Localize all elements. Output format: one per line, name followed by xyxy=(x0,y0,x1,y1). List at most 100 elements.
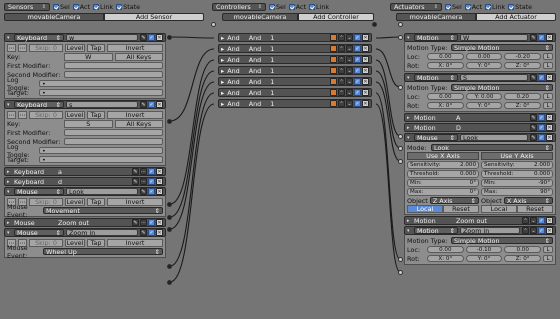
collapse-triangle-icon[interactable]: ▾ xyxy=(7,35,12,41)
loc-x-field[interactable]: 0.00 xyxy=(427,93,464,100)
controller-row[interactable]: ▸ And And 1 ⌃ ⌄ ✓ ✕ xyxy=(218,55,372,64)
target-field[interactable]: • xyxy=(39,89,163,97)
actuator-name-field[interactable]: Look xyxy=(460,134,528,142)
active-check-icon[interactable]: ✓ xyxy=(148,178,155,185)
actuator-input-socket[interactable] xyxy=(398,257,403,262)
delete-icon[interactable]: ✕ xyxy=(546,114,553,121)
sensor-mouse-look-header[interactable]: ▾ Mouse ⇕ Look ✎ ✓ ✕ xyxy=(4,187,166,196)
collapse-triangle-icon[interactable]: ▾ xyxy=(7,189,12,195)
pulse-icon[interactable]: ⋯ xyxy=(140,168,147,175)
second-modifier-field[interactable] xyxy=(64,138,163,145)
delete-icon[interactable]: ✕ xyxy=(156,101,163,108)
active-check-icon[interactable]: ✓ xyxy=(354,56,361,63)
sensor-output-socket[interactable] xyxy=(167,227,172,232)
up-icon[interactable]: ⌃ xyxy=(338,78,345,85)
rot-z-field[interactable]: Z: 0° xyxy=(504,62,542,69)
pin-icon[interactable]: ✎ xyxy=(140,188,147,195)
loc-local-toggle[interactable]: L xyxy=(543,93,554,100)
actuator-input-socket[interactable] xyxy=(398,270,403,275)
log-toggle-field[interactable]: • xyxy=(39,80,163,88)
expand-triangle-icon[interactable]: ▸ xyxy=(221,34,224,42)
controllers-link-checkbox[interactable]: Link xyxy=(309,3,329,11)
rot-y-field[interactable]: Y: 0° xyxy=(465,255,503,262)
active-check-icon[interactable]: ✓ xyxy=(538,114,545,121)
expand-triangle-icon[interactable]: ▸ xyxy=(407,218,412,224)
down-icon[interactable]: ⌄ xyxy=(346,56,353,63)
y-min-field[interactable]: Min: -90° xyxy=(481,179,553,187)
sensor-type-select[interactable]: Keyboard ⇕ xyxy=(14,34,64,42)
bookmark-icon[interactable] xyxy=(330,100,337,107)
sensors-act-checkbox[interactable]: Act xyxy=(72,3,90,11)
up-icon[interactable]: ⌃ xyxy=(338,67,345,74)
sensor-name-field[interactable]: Look xyxy=(66,188,138,196)
loc-local-toggle[interactable]: L xyxy=(543,53,554,60)
add-actuator-button[interactable]: Add Actuator xyxy=(476,13,556,21)
active-check-icon[interactable]: ✓ xyxy=(148,168,155,175)
rot-y-field[interactable]: Y: 0° xyxy=(465,62,503,69)
y-local-toggle[interactable]: Local xyxy=(481,205,517,213)
sensor-type-select[interactable]: Keyboard ⇕ xyxy=(14,101,64,109)
actuator-motion-d-header[interactable]: ▸ Motion D ✎ ✓ ✕ xyxy=(404,123,556,132)
y-reset-toggle[interactable]: Reset xyxy=(517,205,553,213)
pin-icon[interactable]: ✎ xyxy=(140,34,147,41)
key-field[interactable]: S xyxy=(64,119,113,128)
invert-button[interactable]: Invert xyxy=(107,43,163,52)
tap-button[interactable]: Tap xyxy=(87,43,105,52)
delete-icon[interactable]: ✕ xyxy=(546,227,553,234)
active-check-icon[interactable]: ✓ xyxy=(538,134,545,141)
loc-local-toggle[interactable]: L xyxy=(543,246,554,253)
rot-x-field[interactable]: X: 0° xyxy=(427,255,464,262)
expand-triangle-icon[interactable]: ▸ xyxy=(7,220,12,226)
pin-icon[interactable]: ✎ xyxy=(530,74,537,81)
invert-button[interactable]: Invert xyxy=(107,238,163,247)
expand-triangle-icon[interactable]: ▸ xyxy=(7,169,12,175)
delete-icon[interactable]: ✕ xyxy=(362,78,369,85)
actuator-input-socket-free[interactable] xyxy=(398,22,403,27)
expand-triangle-icon[interactable]: ▸ xyxy=(221,78,224,86)
sensors-object-name[interactable]: movableCamera xyxy=(4,13,104,21)
active-check-icon[interactable]: ✓ xyxy=(148,34,155,41)
y-threshold-field[interactable]: Threshold: 0.000 xyxy=(481,170,553,178)
actuators-link-checkbox[interactable]: Link xyxy=(485,3,505,11)
active-check-icon[interactable]: ✓ xyxy=(354,100,361,107)
rot-y-field[interactable]: Y: 0° xyxy=(465,102,503,109)
down-icon[interactable]: ⌄ xyxy=(346,34,353,41)
loc-z-field[interactable]: -0.20 xyxy=(504,53,542,60)
skip-field[interactable]: Skip: 0 xyxy=(29,43,63,52)
sensor-output-socket[interactable] xyxy=(167,202,172,207)
bookmark-icon[interactable] xyxy=(330,67,337,74)
invert-button[interactable]: Invert xyxy=(107,110,163,119)
actuator-input-socket[interactable] xyxy=(398,85,403,90)
motion-type-select[interactable]: Simple Motion ⇕ xyxy=(451,237,553,245)
active-check-icon[interactable]: ✓ xyxy=(538,34,545,41)
controller-row[interactable]: ▸ And And 1 ⌃ ⌄ ✓ ✕ xyxy=(218,66,372,75)
loc-y-field[interactable]: Y: 0.00 xyxy=(465,93,503,100)
active-check-icon[interactable]: ✓ xyxy=(538,74,545,81)
actuator-type-select[interactable]: Motion ⇕ xyxy=(414,34,458,42)
actuators-sel-checkbox[interactable]: Sel xyxy=(445,3,462,11)
sensor-keyboard-w-header[interactable]: ▾ Keyboard ⇕ w ✎ ✓ ✕ xyxy=(4,33,166,42)
bookmark-icon[interactable] xyxy=(330,78,337,85)
log-toggle-field[interactable]: • xyxy=(39,147,163,155)
active-check-icon[interactable]: ✓ xyxy=(354,78,361,85)
mouse-event-select[interactable]: Wheel Up ⇕ xyxy=(43,248,163,256)
expand-triangle-icon[interactable]: ▸ xyxy=(221,45,224,53)
delete-icon[interactable]: ✕ xyxy=(156,219,163,226)
actuators-act-checkbox[interactable]: Act xyxy=(464,3,482,11)
controllers-act-checkbox[interactable]: Act xyxy=(288,3,306,11)
y-axis-select[interactable]: X Axis ⇕ xyxy=(503,197,553,205)
delete-icon[interactable]: ✕ xyxy=(156,34,163,41)
loc-x-field[interactable]: 0.00 xyxy=(427,53,464,60)
x-reset-toggle[interactable]: Reset xyxy=(443,205,479,213)
x-threshold-field[interactable]: Threshold: 0.000 xyxy=(407,170,479,178)
pin-icon[interactable]: ✎ xyxy=(132,178,139,185)
pulse-icon[interactable]: ⋯ xyxy=(140,178,147,185)
sensor-mouse-zoomout-header[interactable]: ▸ Mouse Zoom out ✎ ⋯ ✓ ✕ xyxy=(4,218,166,227)
active-check-icon[interactable]: ✓ xyxy=(148,229,155,236)
down-icon[interactable]: ⌄ xyxy=(346,67,353,74)
up-icon[interactable]: ⌃ xyxy=(338,34,345,41)
delete-icon[interactable]: ✕ xyxy=(546,217,553,224)
pulse-false-icon[interactable]: ⋯ xyxy=(18,43,27,52)
loc-z-field[interactable]: 0.00 xyxy=(504,246,542,253)
level-button[interactable]: Level xyxy=(65,43,85,52)
